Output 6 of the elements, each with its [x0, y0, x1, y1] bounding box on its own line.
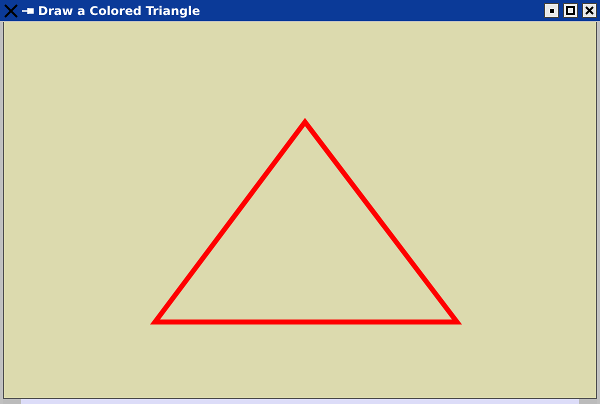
scroll-bar[interactable]: [3, 398, 597, 404]
close-button[interactable]: [582, 3, 597, 18]
maximize-button[interactable]: [563, 3, 578, 18]
pin-icon[interactable]: [22, 6, 34, 14]
minimize-button[interactable]: [544, 3, 559, 18]
window-title: Draw a Colored Triangle: [38, 4, 200, 16]
